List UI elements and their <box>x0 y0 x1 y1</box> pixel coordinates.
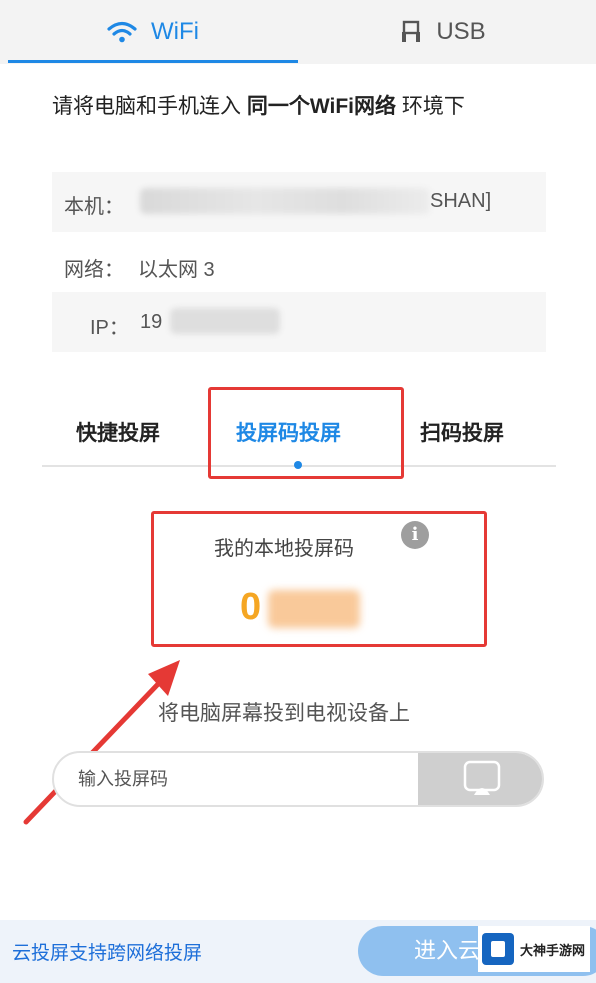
annotation-arrow <box>23 660 180 825</box>
watermark-logo-icon <box>482 933 514 965</box>
watermark-text: 大神手游网 <box>520 942 586 958</box>
watermark: 大神手游网 <box>478 926 590 972</box>
cloud-cast-link[interactable]: 云投屏支持跨网络投屏 <box>12 938 202 965</box>
cast-button[interactable] <box>418 753 542 805</box>
tv-cast-label: 将电脑屏幕投到电视设备上 <box>158 702 410 725</box>
cast-icon <box>463 760 501 795</box>
cast-code-input[interactable] <box>78 753 408 805</box>
cast-code-input-group <box>52 751 544 807</box>
